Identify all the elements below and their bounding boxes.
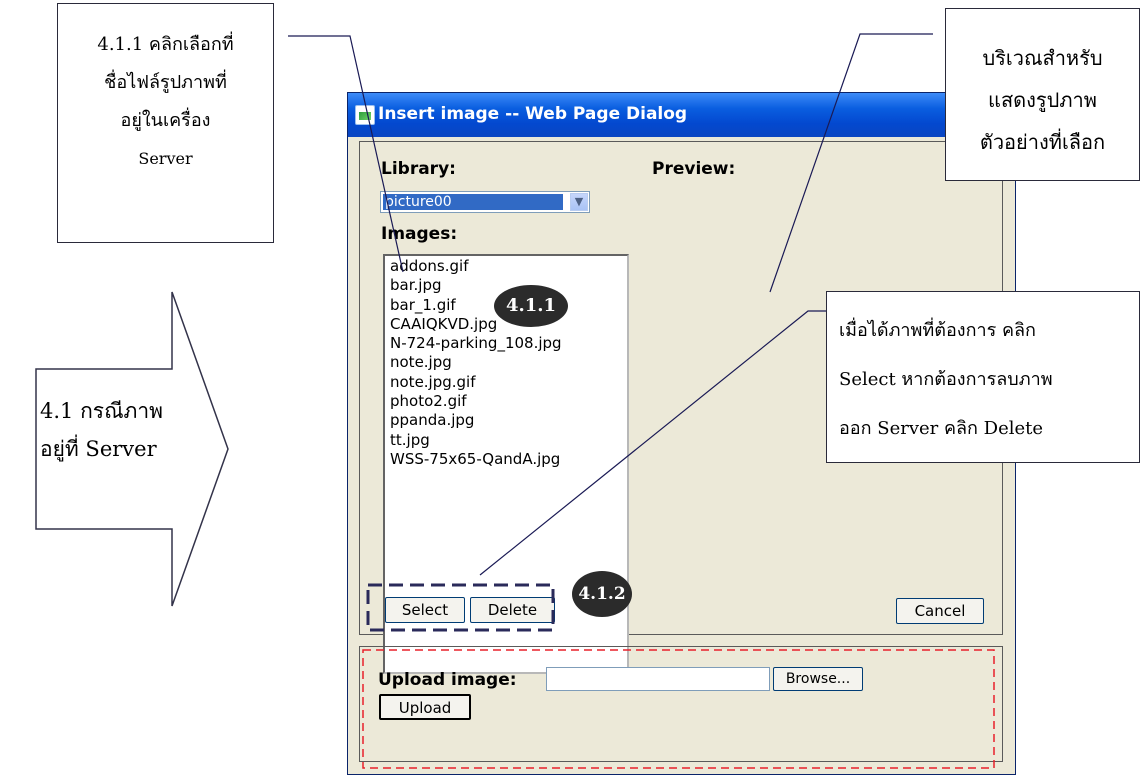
- leader-line-buttons: [479, 310, 826, 576]
- step-badge-1: 4.1.1: [494, 285, 568, 327]
- leader-lines-layer: [288, 33, 995, 769]
- leader-line-file: [288, 35, 404, 273]
- buttons-highlight-box: [366, 583, 555, 632]
- step-badge-2: 4.1.2: [572, 571, 632, 617]
- leader-line-preview: [769, 33, 933, 293]
- upload-highlight-box: [362, 649, 995, 769]
